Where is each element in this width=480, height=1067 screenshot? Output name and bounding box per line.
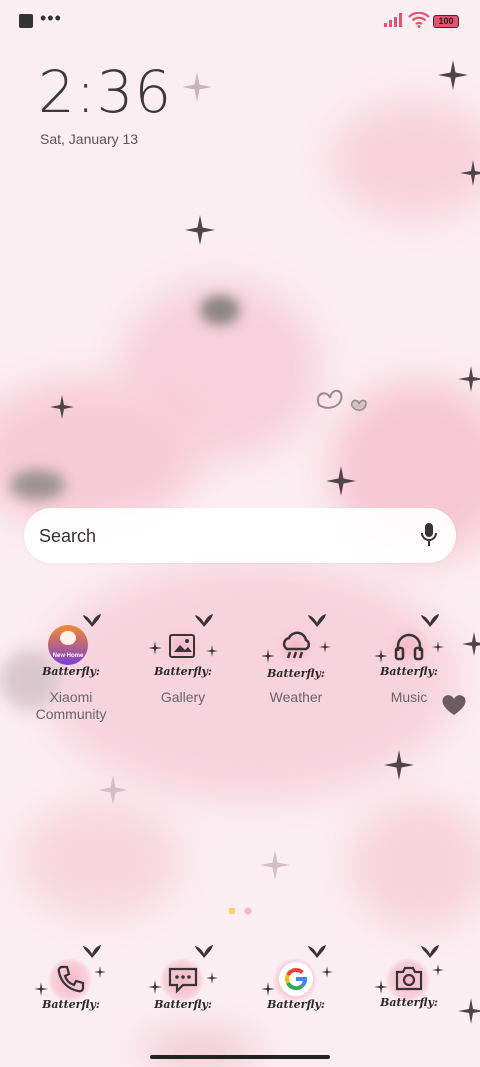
- sparkle-icon: [185, 215, 215, 245]
- theme-caption: Batterfly:: [380, 665, 438, 678]
- wifi-icon: [408, 12, 430, 28]
- xiaomi-community-icon: New Home Batterfly:: [32, 613, 110, 685]
- google-icon: Batterfly:: [257, 944, 335, 1016]
- signal-icon: [384, 13, 402, 27]
- weather-icon: Batterfly:: [257, 613, 335, 685]
- theme-caption: Batterfly:: [42, 665, 100, 678]
- app-weather[interactable]: Batterfly: Weather: [241, 613, 351, 706]
- sparkle-icon: [182, 72, 212, 102]
- heart-doodle-icon: [316, 389, 367, 411]
- app-label: Music: [390, 689, 428, 705]
- sparkle-icon: [326, 466, 356, 496]
- search-bar[interactable]: Search: [24, 508, 456, 563]
- dock-camera[interactable]: Batterfly:: [354, 944, 464, 1016]
- theme-caption: Batterfly:: [267, 667, 325, 680]
- sparkle-icon: [98, 775, 128, 805]
- gallery-icon: Batterfly:: [144, 613, 222, 685]
- theme-caption: Batterfly:: [267, 998, 325, 1011]
- camera-icon: Batterfly:: [370, 944, 448, 1016]
- page-indicator: [229, 907, 252, 915]
- music-icon: Batterfly:: [370, 613, 448, 685]
- new-home-badge: New Home: [52, 653, 84, 659]
- dock-messages[interactable]: Batterfly:: [128, 944, 238, 1016]
- sparkle-icon: [458, 366, 480, 392]
- theme-caption: Batterfly:: [380, 996, 438, 1009]
- dock-phone[interactable]: Batterfly:: [16, 944, 126, 1016]
- theme-caption: Batterfly:: [154, 998, 212, 1011]
- dock-google[interactable]: Batterfly:: [241, 944, 351, 1016]
- sparkle-icon: [260, 850, 290, 880]
- sparkle-icon: [460, 160, 480, 186]
- clock-time: 2:36: [38, 58, 173, 126]
- search-input[interactable]: Search: [39, 526, 96, 547]
- home-gesture-bar[interactable]: [150, 1055, 330, 1059]
- more-dots-icon: •••: [40, 8, 62, 28]
- mic-icon[interactable]: [420, 522, 438, 548]
- app-gallery[interactable]: Batterfly: Gallery: [128, 613, 238, 706]
- app-music[interactable]: Batterfly: Music: [354, 613, 464, 706]
- messages-icon: Batterfly:: [144, 944, 222, 1016]
- sparkle-icon: [50, 395, 74, 419]
- app-label: Xiaomi Community: [35, 689, 107, 722]
- status-bar: ••• 100: [0, 0, 480, 42]
- battery-icon: 100: [433, 15, 459, 28]
- theme-caption: Batterfly:: [42, 998, 100, 1011]
- app-square-icon: [19, 14, 33, 28]
- sparkle-icon: [462, 632, 480, 656]
- theme-caption: Batterfly:: [154, 665, 212, 678]
- clock-date: Sat, January 13: [40, 131, 139, 147]
- app-xiaomi-community[interactable]: New Home Batterfly: Xiaomi Community: [16, 613, 126, 723]
- sparkle-icon: [384, 750, 414, 780]
- sparkle-icon: [438, 60, 468, 90]
- app-label: Gallery: [160, 689, 206, 705]
- phone-icon: Batterfly:: [32, 944, 110, 1016]
- app-label: Weather: [269, 689, 323, 705]
